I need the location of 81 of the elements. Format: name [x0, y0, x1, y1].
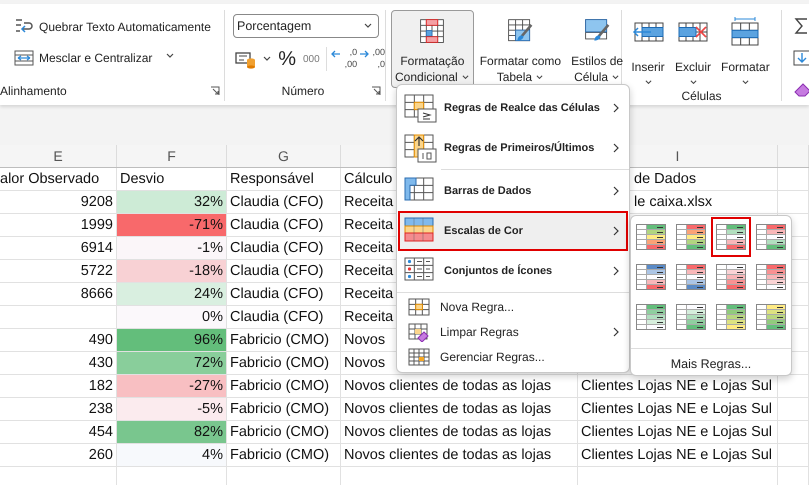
arrow-left-icon: [331, 50, 342, 58]
merge-center-button[interactable]: Mesclar e Centralizar: [10, 45, 156, 71]
table-cell: 24%: [117, 283, 227, 306]
column-header[interactable]: E: [53, 148, 63, 164]
number-format-dropdown[interactable]: Porcentagem: [233, 14, 379, 38]
merge-icon: [13, 48, 35, 68]
clear-rules-icon: [408, 322, 430, 342]
table-cell: 0%: [117, 306, 227, 329]
caret-icon: [688, 79, 698, 86]
table-cell: Claudia (CFO): [227, 237, 341, 260]
caret-icon: [535, 74, 544, 80]
caret-icon: [460, 74, 470, 80]
caret-icon: [363, 22, 373, 30]
caret-icon: [644, 79, 652, 86]
table-cell: Fabricio (CMO): [227, 398, 341, 421]
column-header[interactable]: F: [167, 148, 176, 164]
fill-down-icon[interactable]: [792, 48, 809, 68]
rule-icon: [404, 132, 438, 164]
table-cell: Fabricio (CMO): [227, 444, 341, 467]
group-label: Alinhamento: [0, 84, 67, 98]
table-cell: Novos clientes de todas as lojas: [341, 444, 578, 467]
table-cell: -5%: [117, 398, 227, 421]
dialog-launcher-icon[interactable]: [371, 86, 381, 96]
conditional-formatting-button[interactable]: Formatação Condicional: [391, 10, 474, 88]
delete-button[interactable]: Excluir: [671, 14, 716, 89]
table-cell: Claudia (CFO): [227, 191, 341, 214]
column-header[interactable]: I: [676, 148, 680, 164]
table-cell: Clientes Lojas NE e Lojas Sul: [578, 444, 778, 467]
empty-cell: [778, 444, 809, 467]
table-cell: Novos clientes de todas as lojas: [341, 375, 578, 398]
table-cell: Fabricio (CMO): [227, 375, 341, 398]
caret-icon: [740, 79, 750, 86]
increase-decimal-button[interactable]: ,0 ,00: [331, 46, 358, 72]
table-cell: Claudia (CFO): [227, 306, 341, 329]
table-cell: Novos clientes de todas as lojas: [341, 421, 578, 444]
table-cell: -27%: [117, 375, 227, 398]
table-cell: 4%: [117, 444, 227, 467]
group-label: Células: [681, 89, 722, 103]
decrease-decimal-button[interactable]: ,00 ,0: [359, 46, 385, 72]
table-cell: Responsável: [227, 168, 341, 191]
more-rules-link[interactable]: Mais Regras...: [631, 350, 791, 371]
color-scale-option[interactable]: [711, 217, 751, 257]
group-label: Número: [282, 84, 324, 98]
table-cell: Clientes Lojas NE e Lojas Sul: [578, 398, 778, 421]
manage-rules-icon: [408, 346, 430, 366]
sum-icon[interactable]: [792, 16, 809, 36]
table-cell: 82%: [117, 421, 227, 444]
menu-item[interactable]: Regras de Realce das Células: [398, 88, 628, 128]
table-cell: -1%: [117, 237, 227, 260]
menu-item[interactable]: Escalas de Cor: [398, 211, 628, 251]
table-cell: 96%: [117, 329, 227, 352]
table-cell: Claudia (CFO): [227, 260, 341, 283]
table-cell: Fabricio (CMO): [227, 352, 341, 375]
table-cell: Novos clientes de todas as lojas: [341, 398, 578, 421]
table-cell: Fabricio (CMO): [227, 421, 341, 444]
empty-cell: [778, 421, 809, 444]
table-cell: -71%: [117, 214, 227, 237]
caret-icon: [165, 52, 176, 60]
empty-cell: [778, 398, 809, 421]
table-cell: Claudia (CFO): [227, 214, 341, 237]
new-rule-icon: [408, 296, 430, 316]
table-cell: 72%: [117, 352, 227, 375]
table-cell: 32%: [117, 191, 227, 214]
insert-button[interactable]: Inserir: [627, 14, 669, 89]
rule-icon: [404, 92, 438, 124]
caret-icon: [611, 74, 620, 80]
arrow-right-icon: [359, 50, 370, 58]
table-cell: Claudia (CFO): [227, 283, 341, 306]
dialog-launcher-icon[interactable]: [210, 86, 220, 96]
table-cell: alor Observado: [0, 168, 117, 191]
format-button[interactable]: Formatar: [717, 14, 774, 89]
table-cell: -18%: [117, 260, 227, 283]
column-header[interactable]: G: [278, 148, 289, 164]
percent-style-button[interactable]: %: [276, 46, 298, 72]
comma-style-button[interactable]: 000: [300, 46, 322, 72]
caret-icon: [262, 55, 272, 63]
wrap-text-button[interactable]: Quebrar Texto Automaticamente: [10, 14, 224, 40]
menu-item[interactable]: Regras de Primeiros/Últimos: [398, 128, 628, 168]
empty-cell: [778, 191, 809, 214]
table-cell: Clientes Lojas NE e Lojas Sul: [578, 421, 778, 444]
table-cell: Fabricio (CMO): [227, 329, 341, 352]
